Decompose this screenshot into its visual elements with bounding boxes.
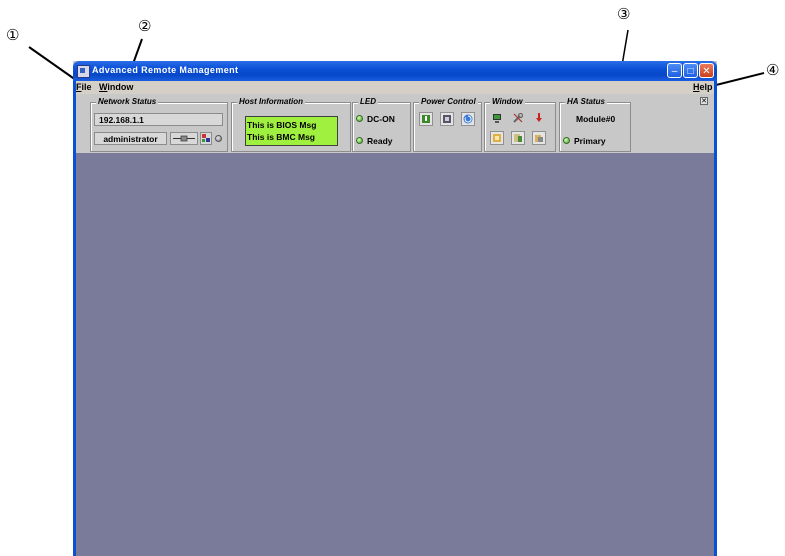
dc-on-label: DC-ON: [367, 114, 395, 124]
toolbar-close-icon[interactable]: ✕: [700, 97, 708, 105]
network-status-panel: Network Status 192.168.1.1 administrator: [90, 97, 228, 152]
window-panel: Window: [484, 97, 556, 152]
power-control-title: Power Control: [419, 97, 478, 106]
title-bar[interactable]: Advanced Remote Management – □ ✕: [73, 61, 717, 81]
network-config-icon[interactable]: [200, 132, 212, 145]
bmc-message: This is BMC Msg: [247, 132, 316, 142]
led-panel: LED DC-ON Ready: [352, 97, 411, 152]
led-title: LED: [358, 97, 378, 106]
menu-window-label: indow: [107, 82, 134, 92]
ready-label: Ready: [367, 136, 393, 146]
main-workspace[interactable]: [73, 153, 717, 556]
connection-icon[interactable]: [170, 132, 198, 145]
menu-file[interactable]: File: [76, 82, 92, 92]
app-icon: [77, 65, 90, 78]
menu-bar: File Window Help: [73, 81, 717, 94]
menu-file-label: ile: [81, 82, 92, 92]
callout-1: ①: [6, 26, 20, 44]
power-on-icon[interactable]: [419, 112, 433, 126]
alert-log-icon[interactable]: [532, 111, 546, 125]
remote-console-icon[interactable]: [490, 111, 504, 125]
ready-led: [356, 137, 363, 144]
power-control-panel: Power Control: [413, 97, 482, 152]
window-frame-left: [73, 81, 76, 556]
callout-3: ③: [617, 5, 631, 23]
host-information-title: Host Information: [237, 97, 305, 106]
minimize-button[interactable]: –: [667, 63, 682, 78]
power-reset-icon[interactable]: [461, 112, 475, 126]
status-toolbar: Network Status 192.168.1.1 administrator…: [73, 94, 717, 154]
maximize-button[interactable]: □: [683, 63, 698, 78]
bios-message: This is BIOS Msg: [247, 120, 317, 130]
ha-status-panel: HA Status Module#0 Primary: [559, 97, 631, 152]
menu-help-label: elp: [699, 82, 713, 92]
system-info-icon[interactable]: [511, 131, 525, 145]
settings-tools-icon[interactable]: [511, 111, 525, 125]
user-name-field: administrator: [94, 132, 167, 145]
menu-help[interactable]: Help: [693, 82, 713, 92]
app-window: Advanced Remote Management – □ ✕ File Wi…: [73, 61, 717, 556]
ha-status-title: HA Status: [565, 97, 607, 106]
event-log-icon[interactable]: [490, 131, 504, 145]
host-message-display: This is BIOS Msg This is BMC Msg: [245, 116, 338, 146]
power-off-icon[interactable]: [440, 112, 454, 126]
window-panel-title: Window: [490, 97, 525, 106]
window-title: Advanced Remote Management: [92, 65, 239, 75]
menu-window[interactable]: Window: [99, 82, 133, 92]
dc-on-led: [356, 115, 363, 122]
ip-address-field: 192.168.1.1: [94, 113, 223, 126]
network-status-title: Network Status: [96, 97, 159, 106]
network-status-led: [215, 135, 222, 142]
ha-primary-label: Primary: [574, 136, 606, 146]
ipmi-info-icon[interactable]: [532, 131, 546, 145]
host-information-panel: Host Information This is BIOS Msg This i…: [231, 97, 351, 152]
ha-primary-led: [563, 137, 570, 144]
callout-4: ④: [766, 61, 780, 79]
close-button[interactable]: ✕: [699, 63, 714, 78]
window-frame-right: [714, 81, 717, 556]
ha-module-label: Module#0: [576, 114, 616, 124]
callout-2: ②: [138, 17, 152, 35]
